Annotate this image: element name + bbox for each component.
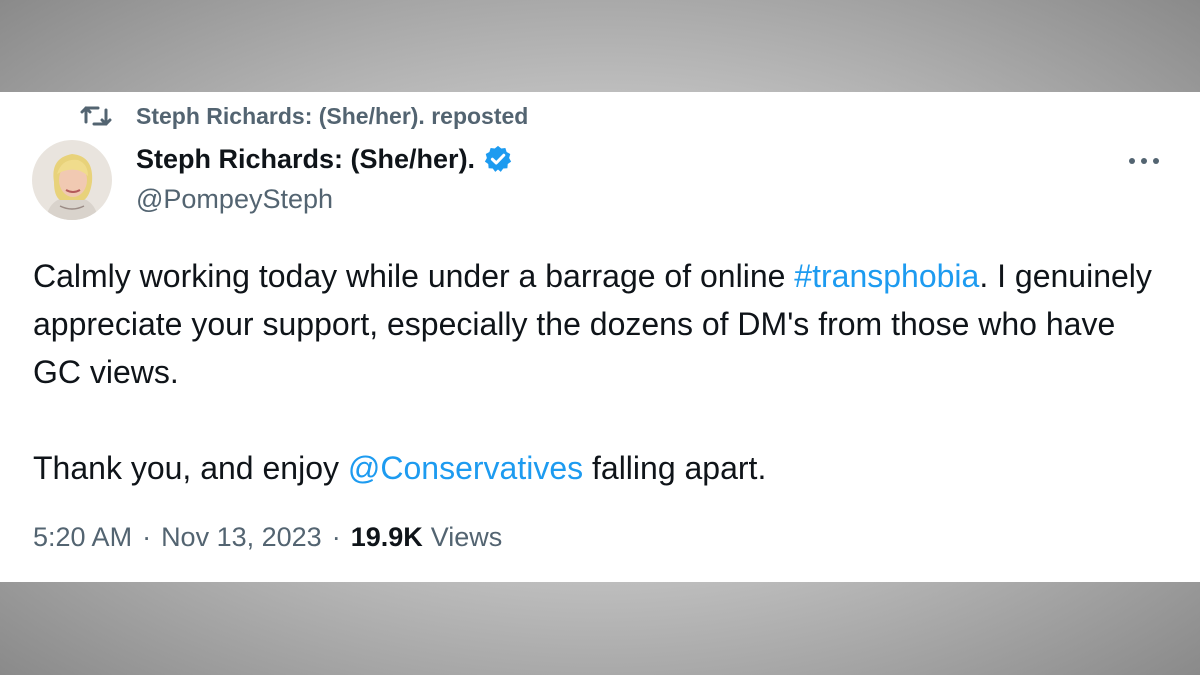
avatar-image [32, 140, 112, 220]
tweet-date[interactable]: Nov 13, 2023 [161, 522, 322, 553]
hashtag-link[interactable]: #transphobia [794, 258, 979, 294]
views-count[interactable]: 19.9K [351, 522, 423, 553]
more-options-icon [1129, 158, 1159, 164]
tweet-paragraph: Calmly working today while under a barra… [33, 252, 1163, 396]
repost-indicator[interactable]: Steph Richards: (She/her). reposted [80, 102, 528, 130]
tweet-paragraph: Thank you, and enjoy @Conservatives fall… [33, 444, 1163, 492]
verified-badge-icon[interactable] [483, 144, 513, 174]
tweet-text-segment: falling apart. [583, 450, 767, 486]
tweet-text-segment: Calmly working today while under a barra… [33, 258, 795, 294]
meta-separator: · [142, 522, 152, 552]
views-label: Views [430, 522, 503, 552]
repost-icon [80, 106, 112, 126]
more-options-button[interactable] [1124, 146, 1164, 176]
mention-link[interactable]: @Conservatives [348, 450, 583, 486]
repost-text: Steph Richards: (She/her). reposted [136, 102, 529, 129]
author-block: Steph Richards: (She/her). @PompeySteph [136, 142, 513, 215]
tweet-time[interactable]: 5:20 AM [33, 522, 132, 553]
tweet-card[interactable]: Steph Richards: (She/her). reposted Step… [0, 92, 1200, 582]
tweet-body: Calmly working today while under a barra… [33, 252, 1163, 492]
avatar[interactable] [32, 140, 112, 220]
author-handle[interactable]: @PompeySteph [136, 184, 513, 215]
tweet-meta: 5:20 AM · Nov 13, 2023 · 19.9K Views [33, 522, 502, 553]
author-name-row: Steph Richards: (She/her). [136, 142, 513, 176]
meta-separator: · [331, 522, 341, 552]
tweet-text-segment: Thank you, and enjoy [33, 450, 348, 486]
author-display-name[interactable]: Steph Richards: (She/her). [136, 144, 475, 175]
